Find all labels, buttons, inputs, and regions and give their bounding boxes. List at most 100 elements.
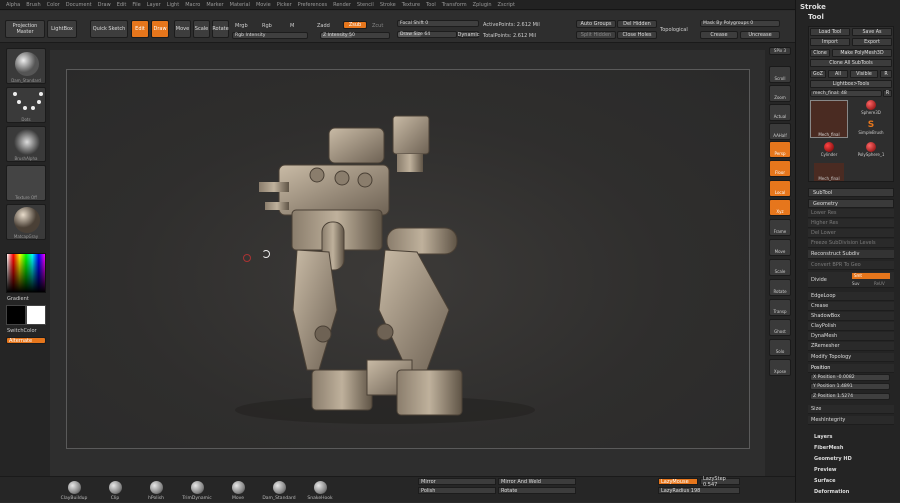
zsub-toggle[interactable]: Zsub	[343, 21, 367, 29]
quick-sketch-button[interactable]: Quick Sketch	[90, 20, 128, 38]
z-position-slider[interactable]: Z Position 1.5274	[810, 393, 890, 400]
save-as-button[interactable]: Save As	[852, 28, 892, 36]
quick-brush-claybuildup[interactable]: ClayBuildup	[55, 477, 93, 503]
menu-item[interactable]: Zplugin	[473, 2, 492, 8]
quick-brush-dam-standard[interactable]: Dam_Standard	[260, 477, 298, 503]
quick-brush-move[interactable]: Move	[219, 477, 257, 503]
shelf-xpose-button[interactable]: Xpose	[769, 359, 791, 376]
suv-toggle[interactable]: Suv	[852, 281, 859, 286]
load-tool-button[interactable]: Load Tool	[810, 28, 850, 36]
polysphere-thumbnail[interactable]: PolySphere_1	[856, 142, 886, 160]
clone-button[interactable]: Clone	[810, 49, 830, 57]
menu-item[interactable]: Marker	[206, 2, 223, 8]
lightbox-tools-button[interactable]: Lightbox>Tools	[810, 80, 892, 88]
mech-final-thumbnail[interactable]: Mech_final	[814, 163, 844, 181]
menu-item[interactable]: Transform	[442, 2, 467, 8]
reconstruct-subdiv-button[interactable]: Reconstruct Subdiv	[808, 250, 894, 259]
quick-brush-trimdynamic[interactable]: TrimDynamic	[178, 477, 216, 503]
menu-item[interactable]: Draw	[98, 2, 111, 8]
meshintegrity-section[interactable]: MeshIntegrity	[808, 416, 894, 425]
menu-item[interactable]: Stroke	[380, 2, 396, 8]
geometry-item[interactable]: Higher Res	[808, 219, 894, 228]
menu-item[interactable]: Tool	[426, 2, 436, 8]
alpha-selector[interactable]: BrushAlpha	[6, 126, 46, 162]
lightbox-button[interactable]: LightBox	[47, 20, 77, 38]
focal-shift-slider[interactable]: Focal Shift 0	[397, 20, 479, 27]
material-selector[interactable]: MatcapGray	[6, 204, 46, 240]
edit-button[interactable]: Edit	[131, 20, 149, 38]
zremesher-section[interactable]: ZRemesher	[808, 342, 894, 351]
menu-item[interactable]: Macro	[185, 2, 200, 8]
z-intensity-slider[interactable]: Z Intensity 50	[320, 32, 390, 39]
cylinder-thumbnail[interactable]: Cylinder	[814, 142, 844, 160]
menu-item[interactable]: File	[132, 2, 140, 8]
mask-by-polygroups-slider[interactable]: Mask By Polygroups 0	[700, 20, 780, 27]
lazystep-slider[interactable]: LazyStep 0.547	[700, 476, 740, 488]
smt-toggle[interactable]: Smt	[852, 273, 890, 279]
shelf-xyz-button[interactable]: Xyz	[769, 199, 791, 216]
sphere3d-thumbnail[interactable]: Sphere3D	[856, 100, 886, 118]
shelf-move-button[interactable]: Move	[769, 239, 791, 256]
deformation-header[interactable]: Deformation	[814, 489, 849, 495]
goz-all-button[interactable]: All	[828, 70, 848, 78]
menu-item[interactable]: Light	[167, 2, 179, 8]
import-button[interactable]: Import	[810, 38, 850, 46]
move-button[interactable]: Move	[174, 20, 191, 38]
menu-item[interactable]: Texture	[402, 2, 420, 8]
geometry-hd-header[interactable]: Geometry HD	[814, 456, 852, 462]
quick-brush-clip[interactable]: Clip	[96, 477, 134, 503]
menu-item[interactable]: Color	[47, 2, 60, 8]
polish-slider[interactable]: Polish	[418, 487, 496, 494]
menu-item[interactable]: Layer	[147, 2, 161, 8]
mirror-button[interactable]: Mirror	[418, 478, 496, 485]
menu-item[interactable]: Zscript	[498, 2, 515, 8]
stroke-palette-header[interactable]: Stroke	[800, 3, 826, 11]
mirror-weld-button[interactable]: Mirror And Weld	[498, 478, 576, 485]
document-canvas[interactable]	[66, 69, 750, 449]
surface-header[interactable]: Surface	[814, 478, 836, 484]
simplebrush-thumbnail[interactable]: S SimpleBrush	[856, 120, 886, 138]
dynamic-button[interactable]: Dynamic	[457, 31, 480, 38]
rotate-slider[interactable]: Rotate	[498, 487, 576, 494]
current-tool-slider[interactable]: mech_final: 48	[810, 90, 882, 97]
reuv-button[interactable]: ReUV	[874, 281, 885, 286]
shelf-floor-button[interactable]: Floor	[769, 160, 791, 177]
geometry-item[interactable]: Del Lower	[808, 229, 894, 238]
mech-tool-thumbnail[interactable]: Mech_final	[810, 100, 848, 138]
shelf-actual-button[interactable]: Actual	[769, 104, 791, 121]
shadowbox-section[interactable]: ShadowBox	[808, 312, 894, 321]
draw-size-slider[interactable]: Draw Size 64	[397, 31, 457, 38]
geometry-header[interactable]: Geometry	[808, 199, 894, 208]
make-polymesh-button[interactable]: Make PolyMesh3D	[832, 49, 892, 57]
quick-brush-snakehook[interactable]: SnakeHook	[301, 477, 339, 503]
menu-item[interactable]: Movie	[256, 2, 271, 8]
m-toggle[interactable]: M	[290, 23, 294, 29]
gradient-label[interactable]: Gradient	[7, 296, 29, 302]
layers-header[interactable]: Layers	[814, 434, 833, 440]
goz-visible-button[interactable]: Visible	[850, 70, 878, 78]
claypolish-section[interactable]: ClayPolish	[808, 322, 894, 331]
fibermesh-header[interactable]: FiberMesh	[814, 445, 843, 451]
edgeloop-section[interactable]: EdgeLoop	[808, 292, 894, 301]
color-picker[interactable]	[6, 253, 46, 293]
dynamesh-section[interactable]: DynaMesh	[808, 332, 894, 341]
y-position-slider[interactable]: Y Position 1.4891	[810, 383, 890, 390]
x-position-slider[interactable]: X Position -0.0082	[810, 374, 890, 381]
shelf-rotate-button[interactable]: Rotate	[769, 279, 791, 296]
alternate-button[interactable]: Alternate	[6, 337, 46, 344]
menu-item[interactable]: Brush	[26, 2, 40, 8]
projection-master-button[interactable]: Projection Master	[5, 20, 45, 38]
del-hidden-button[interactable]: Del Hidden	[617, 20, 657, 28]
rotate-button[interactable]: Rotate	[212, 20, 229, 38]
scale-button[interactable]: Scale	[193, 20, 210, 38]
tool-palette-header[interactable]: Tool	[808, 13, 824, 21]
shelf-frame-button[interactable]: Frame	[769, 219, 791, 236]
menu-item[interactable]: Document	[66, 2, 92, 8]
stroke-selector[interactable]: Dots	[6, 87, 46, 123]
close-holes-button[interactable]: Close Holes	[617, 31, 657, 39]
shelf-transp-button[interactable]: Transp	[769, 299, 791, 316]
primary-color-swatch[interactable]	[6, 305, 26, 325]
mrgb-toggle[interactable]: Mrgb	[235, 23, 248, 29]
goz-r-button[interactable]: R	[880, 70, 892, 78]
crease-button[interactable]: Crease	[700, 31, 738, 39]
